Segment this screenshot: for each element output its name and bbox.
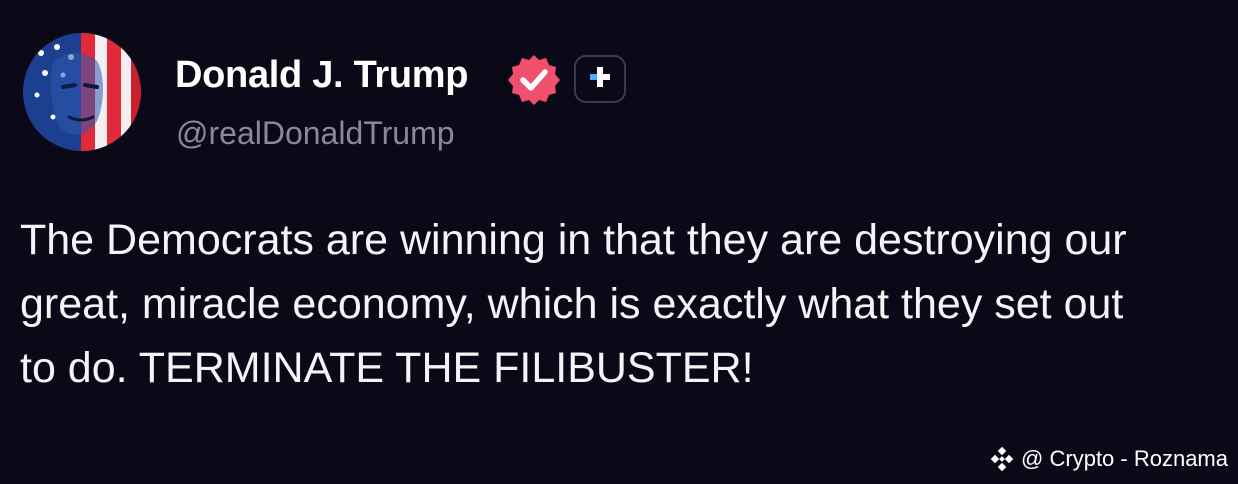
post-text: The Democrats are winning in that they a… bbox=[20, 216, 1127, 392]
watermark-label: @ Crypto - Roznama bbox=[1021, 446, 1228, 471]
subscribe-button[interactable] bbox=[574, 55, 626, 103]
author-handle[interactable]: @realDonaldTrump bbox=[176, 115, 455, 152]
verified-badge-icon bbox=[506, 52, 562, 108]
diamond-logo-icon bbox=[989, 446, 1015, 472]
avatar[interactable] bbox=[23, 33, 141, 151]
plus-icon bbox=[587, 64, 613, 95]
author-display-name[interactable]: Donald J. Trump bbox=[175, 54, 469, 97]
watermark: @ Crypto - Roznama bbox=[989, 446, 1228, 472]
